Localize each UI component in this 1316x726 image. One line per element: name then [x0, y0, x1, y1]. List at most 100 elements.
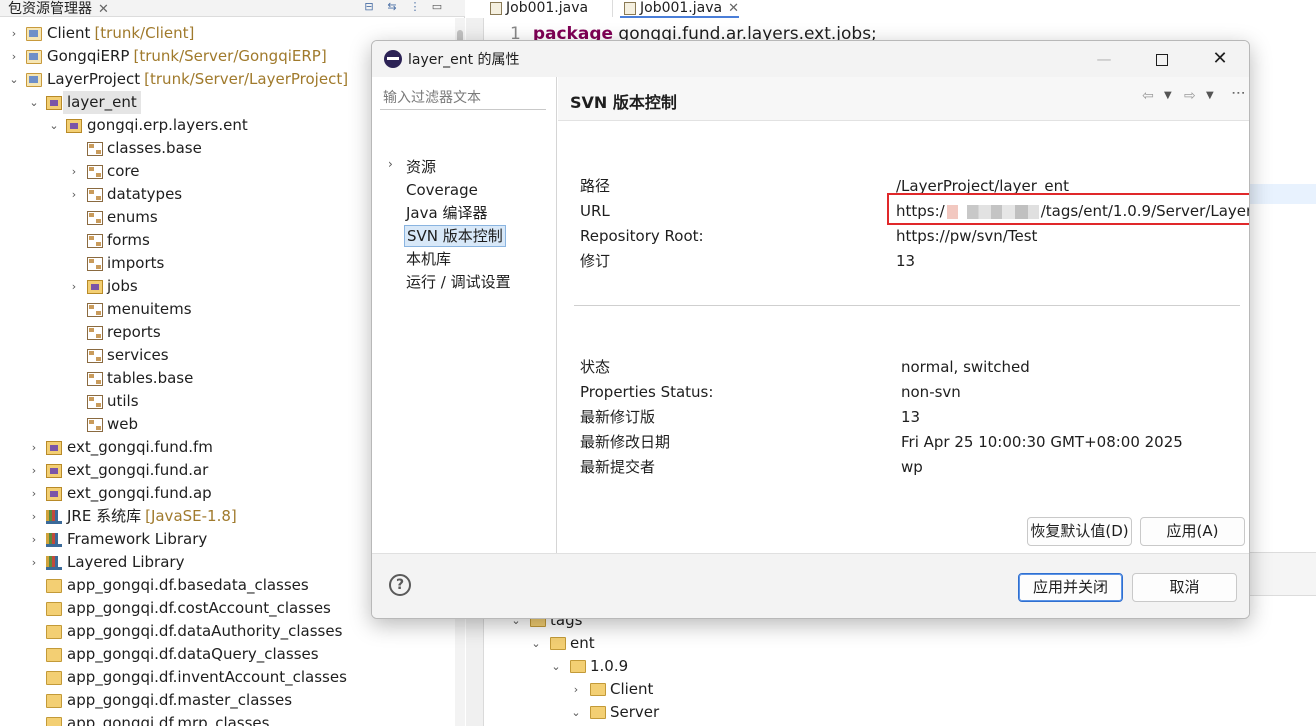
package-icon	[87, 211, 103, 225]
tree-item-path: [trunk/Server/GongqiERP]	[133, 47, 327, 65]
forward-arrow-icon[interactable]: ⇨	[1184, 88, 1196, 104]
view-menu-icon[interactable]: ⋮	[408, 0, 422, 13]
link-with-editor-icon[interactable]: ⇆	[385, 0, 399, 13]
editor-tab-active[interactable]: Job001.java ✕	[620, 0, 739, 18]
chevron-down-icon[interactable]: ▼	[1164, 90, 1172, 101]
package-icon	[87, 142, 103, 156]
package-icon	[87, 188, 103, 202]
chevron-down-icon[interactable]: ⌄	[570, 701, 582, 724]
last-modified-value: Fri Apr 25 10:00:30 GMT+08:00 2025	[901, 433, 1183, 451]
project-icon	[26, 27, 42, 41]
tree-item-label: datatypes	[107, 185, 183, 203]
nav-item-svn[interactable]: SVN 版本控制	[404, 225, 506, 247]
folder-icon	[46, 671, 62, 685]
apply-button[interactable]: 应用(A)	[1140, 517, 1245, 546]
restore-defaults-button[interactable]: 恢复默认值(D)	[1027, 517, 1132, 546]
chevron-down-icon[interactable]: ⌄	[28, 91, 40, 114]
nav-item-run-debug[interactable]: 运行 / 调试设置	[404, 271, 513, 293]
back-arrow-icon[interactable]: ⇦	[1142, 88, 1154, 104]
dialog-titlebar[interactable]: layer_ent 的属性 — ✕	[372, 41, 1249, 77]
tree-item-label: gongqi.erp.layers.ent	[87, 116, 248, 134]
chevron-right-icon[interactable]: ›	[68, 275, 80, 298]
nav-item-coverage[interactable]: Coverage	[404, 179, 480, 201]
project-icon	[26, 73, 42, 87]
page-header: SVN 版本控制 ⇦ ▼ ⇨ ▼ ⋮	[558, 77, 1249, 121]
more-menu-icon[interactable]: ⋮	[1230, 86, 1246, 98]
chevron-right-icon[interactable]: ›	[8, 22, 20, 45]
last-revision-value: 13	[901, 408, 921, 426]
maximize-icon	[1156, 53, 1168, 66]
collapse-all-icon[interactable]: ⊟	[362, 0, 376, 13]
maximize-button[interactable]	[1142, 47, 1182, 71]
chevron-down-icon[interactable]: ⌄	[530, 632, 542, 655]
chevron-down-icon[interactable]: ⌄	[48, 114, 60, 137]
source-folder-icon	[46, 96, 62, 110]
repo-tree-label: ent	[570, 634, 595, 652]
chevron-down-icon[interactable]: ▼	[1206, 90, 1214, 101]
revision-label: 修订	[580, 252, 611, 270]
tree-item-label: forms	[107, 231, 150, 249]
java-file-icon	[490, 2, 502, 15]
properties-status-value: non-svn	[901, 383, 961, 401]
chevron-down-icon[interactable]: ⌄	[8, 68, 20, 91]
properties-status-label: Properties Status:	[580, 383, 714, 401]
apply-and-close-button[interactable]: 应用并关闭	[1018, 573, 1123, 602]
chevron-right-icon[interactable]: ›	[28, 528, 40, 551]
chevron-right-icon[interactable]: ›	[28, 505, 40, 528]
filter-input[interactable]	[380, 86, 546, 110]
chevron-down-icon[interactable]: ⌄	[550, 655, 562, 678]
chevron-right-icon[interactable]: ›	[28, 459, 40, 482]
library-icon	[46, 533, 62, 547]
last-revision-label: 最新修订版	[580, 408, 656, 426]
tree-item-label: classes.base	[107, 139, 202, 157]
nav-item-resource[interactable]: 资源	[404, 156, 438, 178]
close-button[interactable]: ✕	[1200, 47, 1240, 71]
chevron-right-icon[interactable]: ›	[68, 160, 80, 183]
chevron-right-icon[interactable]: ›	[68, 183, 80, 206]
explorer-tab[interactable]: 包资源管理器 ✕	[8, 0, 109, 18]
tree-item-label: ext_gongqi.fund.fm	[67, 438, 213, 456]
minimize-button[interactable]: —	[1084, 47, 1124, 71]
tree-item-label: web	[107, 415, 139, 433]
package-icon	[87, 349, 103, 363]
nav-item-native-library[interactable]: 本机库	[404, 248, 453, 270]
tree-item-label: Layered Library	[67, 553, 185, 571]
tree-item-label: Framework Library	[67, 530, 208, 548]
chevron-right-icon[interactable]: ›	[28, 436, 40, 459]
last-modified-label: 最新修改日期	[580, 433, 671, 451]
last-author-value: wp	[901, 458, 923, 476]
package-icon	[87, 372, 103, 386]
package-icon	[87, 165, 103, 179]
help-icon[interactable]: ?	[389, 574, 411, 596]
url-value[interactable]: https:/ /tags/ent/1.0.9/Server/LayerProje…	[896, 200, 1249, 222]
repo-root-label: Repository Root:	[580, 227, 704, 245]
chevron-right-icon[interactable]: ›	[8, 45, 20, 68]
tab-separator	[612, 0, 613, 17]
tree-item-label: services	[107, 346, 169, 364]
chevron-right-icon[interactable]: ›	[570, 678, 582, 701]
nav-item-java-compiler[interactable]: Java 编译器	[404, 202, 489, 224]
explorer-header: 包资源管理器 ✕ ⊟ ⇆ ⋮ ▭	[0, 0, 465, 17]
dialog-footer: ? 应用并关闭 取消	[372, 553, 1249, 618]
repo-root-value[interactable]: https://pw/svn/Test	[896, 225, 1037, 247]
chevron-right-icon[interactable]: ›	[28, 482, 40, 505]
tree-item-label: app_gongqi.df.dataAuthority_classes	[67, 622, 343, 640]
chevron-right-icon[interactable]: ›	[388, 157, 393, 171]
url-suffix: /tags/ent/1.0.9/Server/LayerProject/laye…	[1040, 202, 1249, 220]
dialog-content-panel: SVN 版本控制 ⇦ ▼ ⇨ ▼ ⋮ 路径 /LayerProject/laye…	[558, 77, 1249, 553]
minimize-icon[interactable]: ▭	[430, 0, 444, 13]
cancel-button[interactable]: 取消	[1132, 573, 1237, 602]
editor-tab[interactable]: Job001.java	[486, 0, 588, 18]
editor-tab-label: Job001.java	[506, 0, 589, 16]
explorer-title: 包资源管理器	[8, 1, 92, 17]
close-icon[interactable]: ✕	[728, 1, 739, 16]
tree-item-label: reports	[107, 323, 161, 341]
tree-item-label: GongqiERP	[47, 47, 130, 65]
close-icon[interactable]: ✕	[98, 2, 109, 17]
revision-value: 13	[896, 252, 916, 270]
folder-icon	[46, 717, 62, 726]
chevron-right-icon[interactable]: ›	[28, 551, 40, 574]
folder-icon	[570, 660, 586, 673]
properties-dialog: layer_ent 的属性 — ✕ › 资源 Coverage Java 编译器…	[371, 40, 1250, 619]
tree-item-label: utils	[107, 392, 139, 410]
